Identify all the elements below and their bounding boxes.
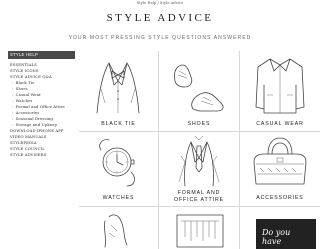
sidebar-item[interactable]: STYLE ADVISERS: [8, 152, 75, 158]
black-tie-illustration: [96, 62, 140, 114]
tile-watches[interactable]: WATCHES: [79, 132, 158, 206]
category-grid: BLACK TIE SHOES CASUAL WEAR WATCHES FORM…: [79, 51, 320, 249]
shirt-sleeve-illustration: [104, 214, 128, 248]
tile-label: WATCHES: [102, 195, 135, 201]
tile-label: ACCESSORIES: [256, 195, 304, 201]
tile-accessories[interactable]: ACCESSORIES: [240, 132, 320, 206]
casual-wear-illustration: [255, 58, 305, 114]
promo-text: Do you have: [262, 228, 291, 246]
sidebar-heading[interactable]: STYLE HELP: [8, 51, 75, 59]
tile-label: BLACK TIE: [101, 121, 136, 127]
tile-label-line-2: OFFICE ATTIRE: [174, 196, 224, 203]
sidebar-list: ESSENTIALSSTYLE ICONSSTYLE ADVICE Q&ABla…: [8, 62, 75, 158]
page-subtitle: YOUR MOST PRESSING STYLE QUESTIONS ANSWE…: [68, 35, 252, 41]
tile-bottom-middle[interactable]: [159, 207, 239, 249]
promo-banner[interactable]: Do you have: [256, 219, 316, 249]
tile-shoes[interactable]: SHOES: [159, 51, 239, 131]
tile-label: CASUAL WEAR: [256, 121, 304, 127]
tile-formal-office-attire[interactable]: FORMAL AND OFFICE ATTIRE: [159, 132, 239, 206]
page-title: STYLE ADVICE: [106, 12, 214, 24]
tile-black-tie[interactable]: BLACK TIE: [79, 51, 158, 131]
breadcrumb[interactable]: Style Help / Style Advice: [0, 1, 320, 5]
formal-attire-illustration: [178, 135, 220, 187]
sidebar-nav: STYLE HELP ESSENTIALS STYLE ICONS STYLE AD…: [8, 51, 75, 158]
watches-illustration: [99, 139, 135, 187]
shoes-illustration: [174, 64, 224, 112]
wardrobe-illustration: [176, 214, 224, 248]
tile-bottom-left[interactable]: [79, 207, 158, 249]
tile-casual-wear[interactable]: CASUAL WEAR: [240, 51, 320, 131]
tile-label: SHOES: [187, 121, 211, 127]
accessories-illustration: [253, 137, 307, 185]
